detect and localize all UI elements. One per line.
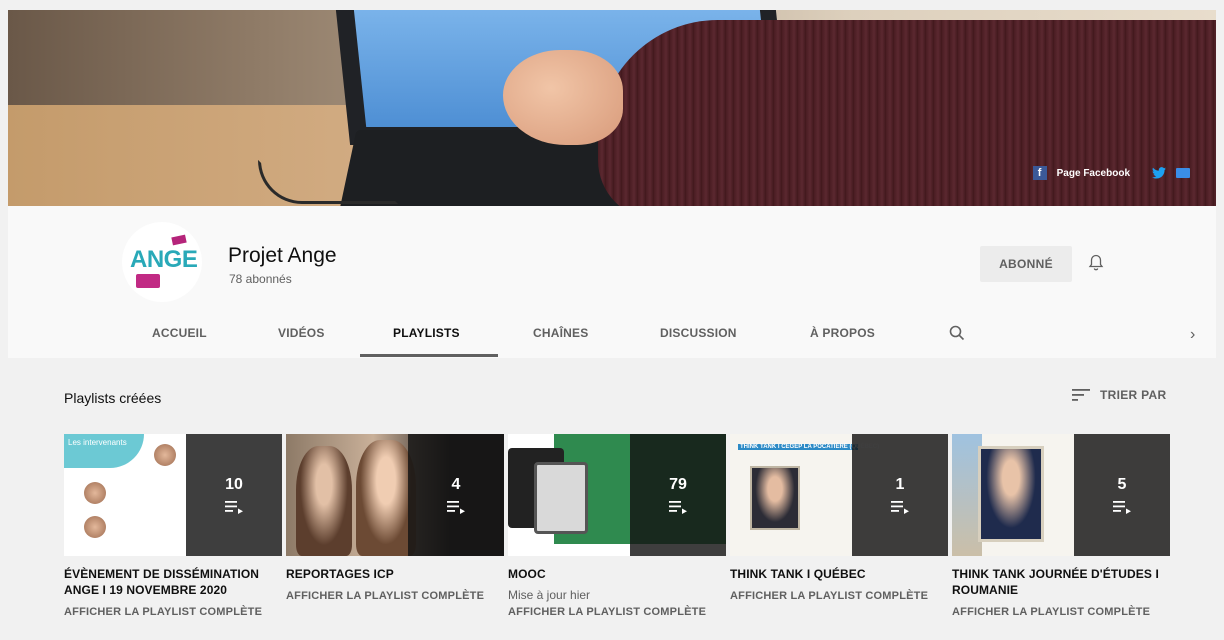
playlist-count-overlay: 4 [408, 434, 504, 556]
view-full-playlist-link[interactable]: AFFICHER LA PLAYLIST COMPLÈTE [286, 590, 504, 602]
playlist-icon [447, 501, 465, 514]
tab-videos[interactable]: VIDÉOS [278, 326, 325, 340]
playlist-count-overlay: 1 [852, 434, 948, 556]
playlist-thumbnail[interactable]: 4 [286, 434, 504, 556]
channel-name: Projet Ange [228, 244, 337, 267]
playlist-title[interactable]: THINK TANK I QUÉBEC [730, 566, 948, 582]
view-full-playlist-link[interactable]: AFFICHER LA PLAYLIST COMPLÈTE [730, 590, 948, 602]
active-tab-indicator [360, 354, 498, 357]
thumb-caption: Les intervenants [68, 438, 127, 447]
bell-icon[interactable] [1088, 254, 1104, 272]
person-photo [296, 446, 352, 556]
chevron-right-icon[interactable]: › [1190, 326, 1195, 344]
search-icon[interactable] [948, 324, 966, 342]
playlist-thumbnail[interactable]: Les intervenants 10 [64, 434, 282, 556]
graduation-cap-icon [171, 234, 187, 246]
tablet-image [534, 462, 588, 534]
tab-discussion[interactable]: DISCUSSION [660, 326, 737, 340]
playlist-title[interactable]: ÉVÈNEMENT DE DISSÉMINATION ANGE I 19 NOV… [64, 566, 282, 598]
playlist-card[interactable]: 79 MOOC Mise à jour hier AFFICHER LA PLA… [508, 434, 726, 618]
video-count: 5 [1117, 476, 1127, 493]
tab-playlists[interactable]: PLAYLISTS [393, 326, 460, 340]
view-full-playlist-link[interactable]: AFFICHER LA PLAYLIST COMPLÈTE [508, 606, 726, 618]
playlist-count-overlay: 5 [1074, 434, 1170, 556]
person-photo [356, 440, 416, 556]
sort-icon [1072, 389, 1090, 401]
playlist-thumbnail[interactable]: THINK TANK I CEGEP LA POCATIÈRE (QUÉBEC)… [730, 434, 948, 556]
channel-avatar[interactable]: ANGE [122, 222, 202, 302]
sort-label: TRIER PAR [1100, 388, 1167, 402]
subscriber-count: 78 abonnés [229, 272, 292, 286]
playlist-card[interactable]: 5 THINK TANK JOURNÉE D'ÉTUDES I ROUMANIE… [952, 434, 1170, 618]
sort-button[interactable]: TRIER PAR [1072, 388, 1166, 402]
speaker-photo [750, 466, 800, 530]
playlist-icon [891, 501, 909, 514]
playlist-title[interactable]: REPORTAGES ICP [286, 566, 504, 582]
playlist-icon [225, 501, 243, 514]
video-count: 79 [669, 476, 687, 493]
playlist-icon [669, 501, 687, 514]
section-title: Playlists créées [64, 390, 162, 406]
playlist-updated: Mise à jour hier [508, 588, 591, 602]
playlist-count-overlay: 10 [186, 434, 282, 556]
video-count: 1 [895, 476, 905, 493]
playlist-card[interactable]: 4 REPORTAGES ICP AFFICHER LA PLAYLIST CO… [286, 434, 504, 602]
subscribe-button[interactable]: ABONNÉ [980, 246, 1072, 282]
playlist-title[interactable]: MOOC [508, 566, 726, 582]
mail-icon[interactable] [1176, 168, 1190, 178]
playlist-count-overlay: 79 [630, 434, 726, 556]
playlist-title[interactable]: THINK TANK JOURNÉE D'ÉTUDES I ROUMANIE [952, 566, 1170, 598]
facebook-icon[interactable]: f [1032, 166, 1047, 180]
playlist-icon [1113, 501, 1131, 514]
tab-chaines[interactable]: CHAÎNES [533, 326, 588, 340]
laptop-icon [136, 274, 160, 288]
channel-tabs: ACCUEIL VIDÉOS PLAYLISTS CHAÎNES DISCUSS… [8, 314, 1216, 358]
facebook-link[interactable]: Page Facebook [1057, 168, 1130, 179]
tab-a-propos[interactable]: À PROPOS [810, 326, 875, 340]
twitter-icon[interactable] [1152, 167, 1166, 179]
channel-header: ANGE Projet Ange 78 abonnés ABONNÉ ACCUE… [8, 206, 1216, 358]
playlist-card[interactable]: THINK TANK I CEGEP LA POCATIÈRE (QUÉBEC)… [730, 434, 948, 602]
speaker-photo [84, 482, 106, 504]
banner-hand [503, 50, 623, 145]
playlist-card[interactable]: Les intervenants 10 ÉVÈNEMENT DE DISSÉMI… [64, 434, 282, 618]
playlist-thumbnail[interactable]: 5 [952, 434, 1170, 556]
speaker-photo [978, 446, 1044, 542]
view-full-playlist-link[interactable]: AFFICHER LA PLAYLIST COMPLÈTE [952, 606, 1170, 618]
speaker-photo [84, 516, 106, 538]
banner-links: f Page Facebook [1032, 166, 1190, 180]
video-count: 10 [225, 476, 243, 493]
view-full-playlist-link[interactable]: AFFICHER LA PLAYLIST COMPLÈTE [64, 606, 282, 618]
video-count: 4 [451, 476, 461, 493]
playlist-thumbnail[interactable]: 79 [508, 434, 726, 556]
banner-cable [258, 160, 398, 204]
channel-logo-text: ANGE [130, 246, 198, 273]
speaker-photo [154, 444, 176, 466]
channel-banner: f Page Facebook [8, 10, 1216, 206]
tab-accueil[interactable]: ACCUEIL [152, 326, 207, 340]
